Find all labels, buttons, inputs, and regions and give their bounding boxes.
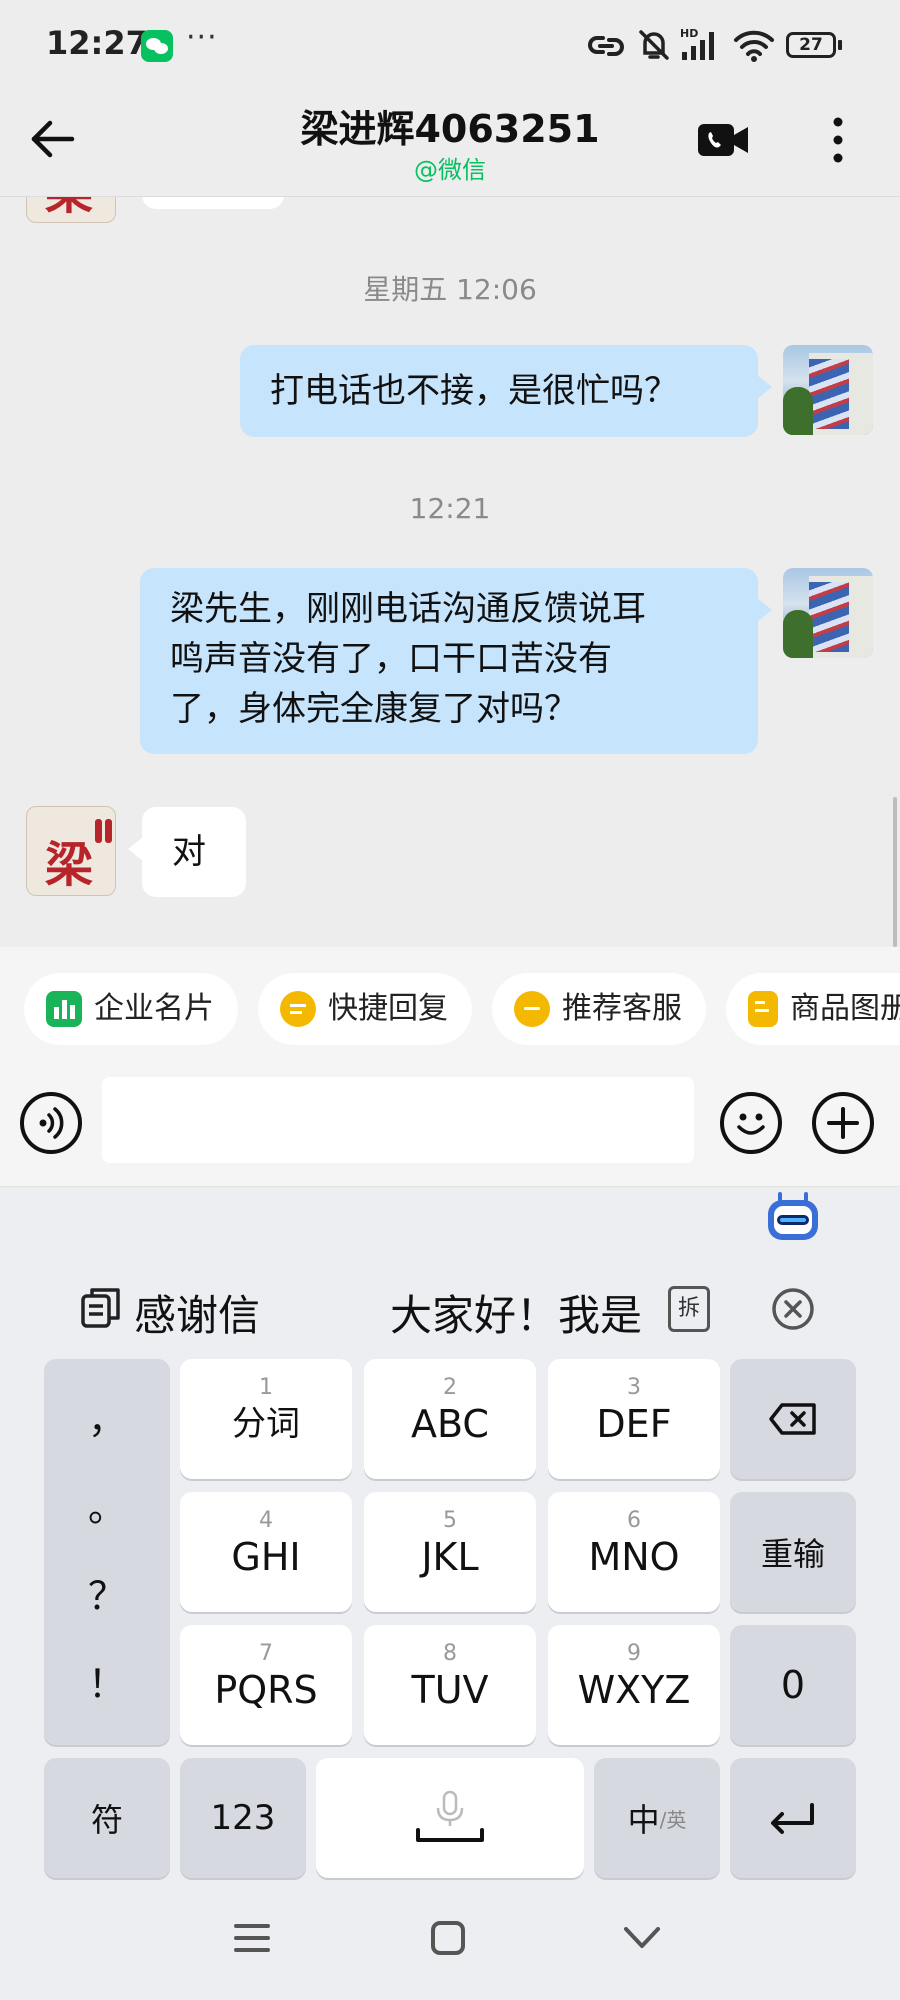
comma-key[interactable]: ， xyxy=(44,1389,170,1444)
message-text: 对 xyxy=(172,832,206,872)
key-9-wxyz[interactable]: 9 WXYZ xyxy=(548,1625,720,1745)
my-avatar[interactable] xyxy=(783,568,873,658)
question-key[interactable]: ？ xyxy=(44,1565,170,1620)
recommend-service-button[interactable]: 推荐客服 xyxy=(492,973,706,1045)
plus-icon xyxy=(827,1107,859,1139)
business-card-icon xyxy=(46,991,82,1027)
home-icon[interactable] xyxy=(428,1918,468,1958)
split-candidate-button[interactable]: 拆 xyxy=(668,1286,710,1332)
microphone-icon xyxy=(416,1790,484,1842)
hide-keyboard-icon[interactable] xyxy=(622,1924,662,1952)
received-message-bubble[interactable]: 对 xyxy=(128,807,246,897)
scrollbar[interactable] xyxy=(893,797,897,947)
quick-reply-icon xyxy=(280,991,316,1027)
key-2-abc[interactable]: 2 ABC xyxy=(364,1359,536,1479)
message-list[interactable]: 梁 星期五 12:06 打电话也不接，是很忙吗？ 12:21 梁先生，刚刚电话沟… xyxy=(0,197,900,947)
backspace-key[interactable] xyxy=(730,1359,856,1479)
timestamp: 星期五 12:06 xyxy=(363,273,537,306)
status-time: 12:27 xyxy=(46,24,148,62)
recommend-service-icon xyxy=(514,991,550,1027)
key-8-tuv[interactable]: 8 TUV xyxy=(364,1625,536,1745)
exclamation-key[interactable]: ！ xyxy=(44,1653,170,1708)
space-key[interactable] xyxy=(316,1758,584,1878)
candidate-word[interactable]: 感谢信 xyxy=(134,1282,260,1343)
key-7-pqrs[interactable]: 7 PQRS xyxy=(180,1625,352,1745)
timestamp: 12:21 xyxy=(409,492,491,525)
reinput-key[interactable]: 重输 xyxy=(730,1492,856,1612)
sent-message-bubble[interactable]: 打电话也不接，是很忙吗？ xyxy=(240,345,772,437)
system-navigation-bar xyxy=(0,1890,900,2000)
input-bar xyxy=(0,1067,900,1187)
key-6-mno[interactable]: 6 MNO xyxy=(548,1492,720,1612)
link-icon xyxy=(588,36,624,56)
language-switch-key[interactable]: 中 /英 xyxy=(594,1758,720,1878)
more-notifications-icon: ··· xyxy=(186,20,218,55)
menu-icon[interactable] xyxy=(232,1920,272,1956)
ime-assistant-icon[interactable] xyxy=(766,1192,820,1240)
candidate-word-container[interactable]: 大家好！我是 xyxy=(390,1282,660,1342)
emoji-icon xyxy=(737,1113,765,1135)
voice-icon xyxy=(39,1107,64,1139)
numbers-key[interactable]: 123 xyxy=(180,1758,306,1878)
previous-message-bubble[interactable] xyxy=(142,197,284,209)
battery-tip xyxy=(838,40,842,50)
wechat-notification-icon xyxy=(141,30,173,62)
key-5-jkl[interactable]: 5 JKL xyxy=(364,1492,536,1612)
quick-reply-button[interactable]: 快捷回复 xyxy=(258,973,472,1045)
product-album-button[interactable]: 商品图册 xyxy=(726,973,900,1045)
message-text-line: 了，身体完全康复了对吗？ xyxy=(170,689,578,729)
status-bar: 12:27 ··· HD 27 xyxy=(0,0,900,92)
mute-bell-icon xyxy=(639,30,669,60)
key-0[interactable]: 0 xyxy=(730,1625,856,1745)
signal-icon: HD xyxy=(680,27,714,60)
more-options-icon[interactable] xyxy=(822,114,854,166)
quick-business-card-button[interactable]: 企业名片 xyxy=(24,973,238,1045)
message-text: 打电话也不接，是很忙吗？ xyxy=(270,371,678,411)
emoji-button[interactable] xyxy=(720,1092,782,1154)
wifi-icon xyxy=(734,30,774,62)
backspace-icon xyxy=(769,1403,816,1435)
quick-action-bar: 企业名片 快捷回复 推荐客服 商品图册 xyxy=(0,947,900,1067)
contact-avatar[interactable]: 梁 xyxy=(26,806,116,896)
key-3-def[interactable]: 3 DEF xyxy=(548,1359,720,1479)
product-album-icon xyxy=(748,991,778,1027)
more-functions-button[interactable] xyxy=(812,1092,874,1154)
sent-message-bubble[interactable]: 梁先生，刚刚电话沟通反馈说耳 鸣声音没有了，口干口苦没有 了，身体完全康复了对吗… xyxy=(140,568,772,754)
punctuation-column[interactable]: ， 。 ？ ！ xyxy=(44,1359,170,1745)
enter-key[interactable] xyxy=(730,1758,856,1878)
enter-icon xyxy=(771,1803,814,1834)
voice-input-button[interactable] xyxy=(20,1092,82,1154)
contact-name: 梁进辉4063251 xyxy=(300,107,600,151)
candidate-word[interactable]: 大家好！我是 xyxy=(390,1282,642,1342)
battery-icon: 27 xyxy=(786,32,836,58)
key-4-ghi[interactable]: 4 GHI xyxy=(180,1492,352,1612)
contact-source: @微信 xyxy=(414,156,486,184)
chat-header: 梁进辉4063251 @微信 xyxy=(0,92,900,196)
close-candidates-icon[interactable] xyxy=(770,1286,816,1332)
symbols-key[interactable]: 符 xyxy=(44,1758,170,1878)
svg-text:HD: HD xyxy=(680,27,698,40)
message-text-line: 鸣声音没有了，口干口苦没有 xyxy=(170,639,612,679)
my-avatar[interactable] xyxy=(783,345,873,435)
video-call-icon[interactable] xyxy=(696,120,750,160)
contact-avatar[interactable]: 梁 xyxy=(26,197,116,223)
key-1-segment[interactable]: 1 分词 xyxy=(180,1359,352,1479)
period-key[interactable]: 。 xyxy=(44,1477,170,1532)
clipboard-icon[interactable] xyxy=(80,1286,122,1330)
message-input[interactable] xyxy=(102,1077,694,1163)
battery-level: 27 xyxy=(799,35,823,55)
message-text-line: 梁先生，刚刚电话沟通反馈说耳 xyxy=(170,589,646,629)
